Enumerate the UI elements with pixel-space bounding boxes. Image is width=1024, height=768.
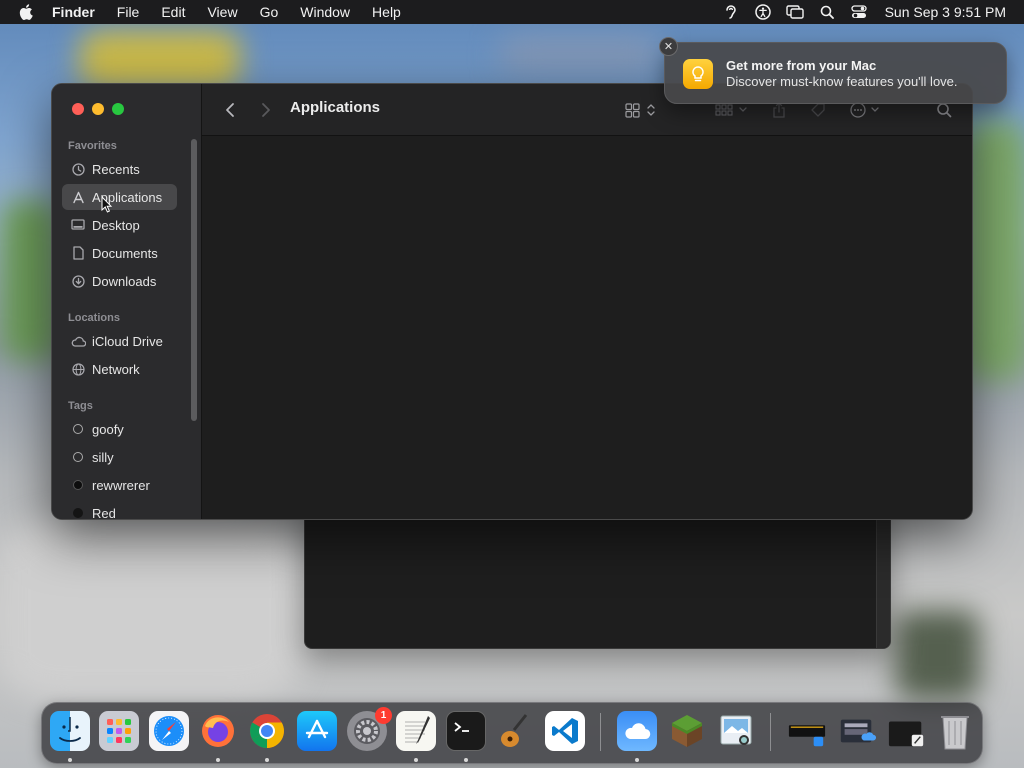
dock-terminal-icon[interactable] [446, 711, 486, 751]
running-indicator [414, 758, 418, 762]
dock-chrome-icon[interactable] [247, 711, 287, 751]
sidebar-section-tags: Tags [68, 400, 93, 412]
sidebar-scrollbar[interactable] [191, 139, 197, 421]
dock-launchpad-icon[interactable] [99, 711, 139, 751]
sidebar-item-label: Recents [92, 161, 140, 177]
sidebar-tag-goofy[interactable]: goofy [62, 416, 177, 442]
dock-textedit-icon[interactable] [396, 711, 436, 751]
sidebar-item-icloud-drive[interactable]: iCloud Drive [62, 328, 177, 354]
apple-logo-icon[interactable] [0, 4, 52, 20]
dock-separator [600, 713, 601, 751]
tag-color-dot [66, 508, 90, 518]
dock-screenshots-stack-icon[interactable] [837, 711, 877, 751]
document-icon [66, 246, 90, 260]
tag-color-dot [66, 424, 90, 434]
download-icon [66, 274, 90, 288]
background-window-scrollbar[interactable] [876, 519, 890, 648]
background-window[interactable] [304, 500, 891, 649]
tips-notification[interactable]: ✕ Get more from your Mac Discover must-k… [659, 37, 1007, 104]
zoom-window-button[interactable] [112, 103, 124, 115]
accessibility-icon[interactable] [747, 0, 779, 24]
applications-icon [66, 191, 90, 204]
dock-weather-icon[interactable] [617, 711, 657, 751]
dock-documents-stack-icon[interactable] [887, 711, 927, 751]
hearing-icon[interactable] [715, 0, 747, 24]
notification-title: Get more from your Mac [726, 58, 877, 73]
sidebar-item-documents[interactable]: Documents [62, 240, 177, 266]
dock-safari-icon[interactable] [149, 711, 189, 751]
running-indicator [464, 758, 468, 762]
spotlight-search-icon[interactable] [811, 0, 843, 24]
sidebar-section-favorites: Favorites [68, 140, 117, 152]
sidebar-tag-rewwrerer[interactable]: rewwrerer [62, 472, 177, 498]
running-indicator [265, 758, 269, 762]
running-indicator [635, 758, 639, 762]
window-title: Applications [290, 99, 381, 116]
menu-app-name[interactable]: Finder [52, 4, 106, 20]
menu-bar: Finder File Edit View Go Window Help Sun… [0, 0, 1024, 24]
sidebar-item-label: silly [92, 449, 114, 465]
cloud-icon [66, 336, 90, 347]
close-notification-icon[interactable]: ✕ [659, 37, 678, 56]
sidebar-section-locations: Locations [68, 312, 120, 324]
sidebar-item-network[interactable]: Network [62, 356, 177, 382]
globe-icon [66, 362, 90, 376]
running-indicator [216, 758, 220, 762]
dock-downloads-stack-icon[interactable] [787, 711, 827, 751]
dock-garageband-icon[interactable] [495, 711, 535, 751]
sidebar-item-label: Documents [92, 245, 158, 261]
sidebar-item-label: rewwrerer [92, 477, 150, 493]
tips-lightbulb-icon [683, 59, 713, 89]
menu-help[interactable]: Help [361, 4, 412, 20]
sidebar-item-label: Network [92, 361, 140, 377]
menu-go[interactable]: Go [249, 4, 290, 20]
forward-icon[interactable] [254, 98, 278, 122]
sidebar-item-applications[interactable]: Applications [62, 184, 177, 210]
desktop-icon [66, 219, 90, 231]
dock-vscode-icon[interactable] [545, 711, 585, 751]
notification-body: Discover must-know features you'll love. [726, 74, 958, 89]
finder-sidebar: Favorites Recents Applications Desktop D… [52, 84, 202, 519]
sidebar-item-recents[interactable]: Recents [62, 156, 177, 182]
menu-window[interactable]: Window [289, 4, 361, 20]
sidebar-item-label: iCloud Drive [92, 333, 163, 349]
notification-badge: 1 [375, 707, 392, 724]
window-controls [72, 103, 124, 115]
view-grid-icon[interactable] [622, 98, 662, 122]
sidebar-tag-red[interactable]: Red [62, 500, 177, 520]
sidebar-item-label: goofy [92, 421, 124, 437]
sidebar-item-label: Downloads [92, 273, 157, 289]
dock-separator [770, 713, 771, 751]
dock-app-store-icon[interactable] [297, 711, 337, 751]
sidebar-item-label: Red [92, 505, 116, 520]
clock-icon [66, 162, 90, 176]
sidebar-item-downloads[interactable]: Downloads [62, 268, 177, 294]
sidebar-tag-silly[interactable]: silly [62, 444, 177, 470]
finder-window: Favorites Recents Applications Desktop D… [51, 83, 973, 520]
control-center-icon[interactable] [843, 0, 875, 24]
menu-view[interactable]: View [196, 4, 248, 20]
dock-finder-icon[interactable] [50, 711, 90, 751]
running-indicator [68, 758, 72, 762]
dock-firefox-icon[interactable] [198, 711, 238, 751]
sidebar-item-desktop[interactable]: Desktop [62, 212, 177, 238]
menubar-clock[interactable]: Sun Sep 3 9:51 PM [885, 4, 1006, 20]
screen-mirroring-icon[interactable] [779, 0, 811, 24]
tag-color-dot [66, 480, 90, 490]
menu-file[interactable]: File [106, 4, 151, 20]
dock-minecraft-icon[interactable] [667, 711, 707, 751]
mouse-cursor-icon [101, 196, 113, 213]
dock-system-settings-icon[interactable]: 1 [347, 707, 392, 751]
sidebar-item-label: Desktop [92, 217, 140, 233]
dock-trash-icon[interactable] [935, 711, 975, 751]
close-window-button[interactable] [72, 103, 84, 115]
menu-edit[interactable]: Edit [150, 4, 196, 20]
dock-preview-icon[interactable] [716, 711, 756, 751]
minimize-window-button[interactable] [92, 103, 104, 115]
back-icon[interactable] [218, 98, 242, 122]
dock: 1 [41, 702, 983, 764]
file-list-area[interactable] [202, 136, 972, 519]
tag-color-dot [66, 452, 90, 462]
